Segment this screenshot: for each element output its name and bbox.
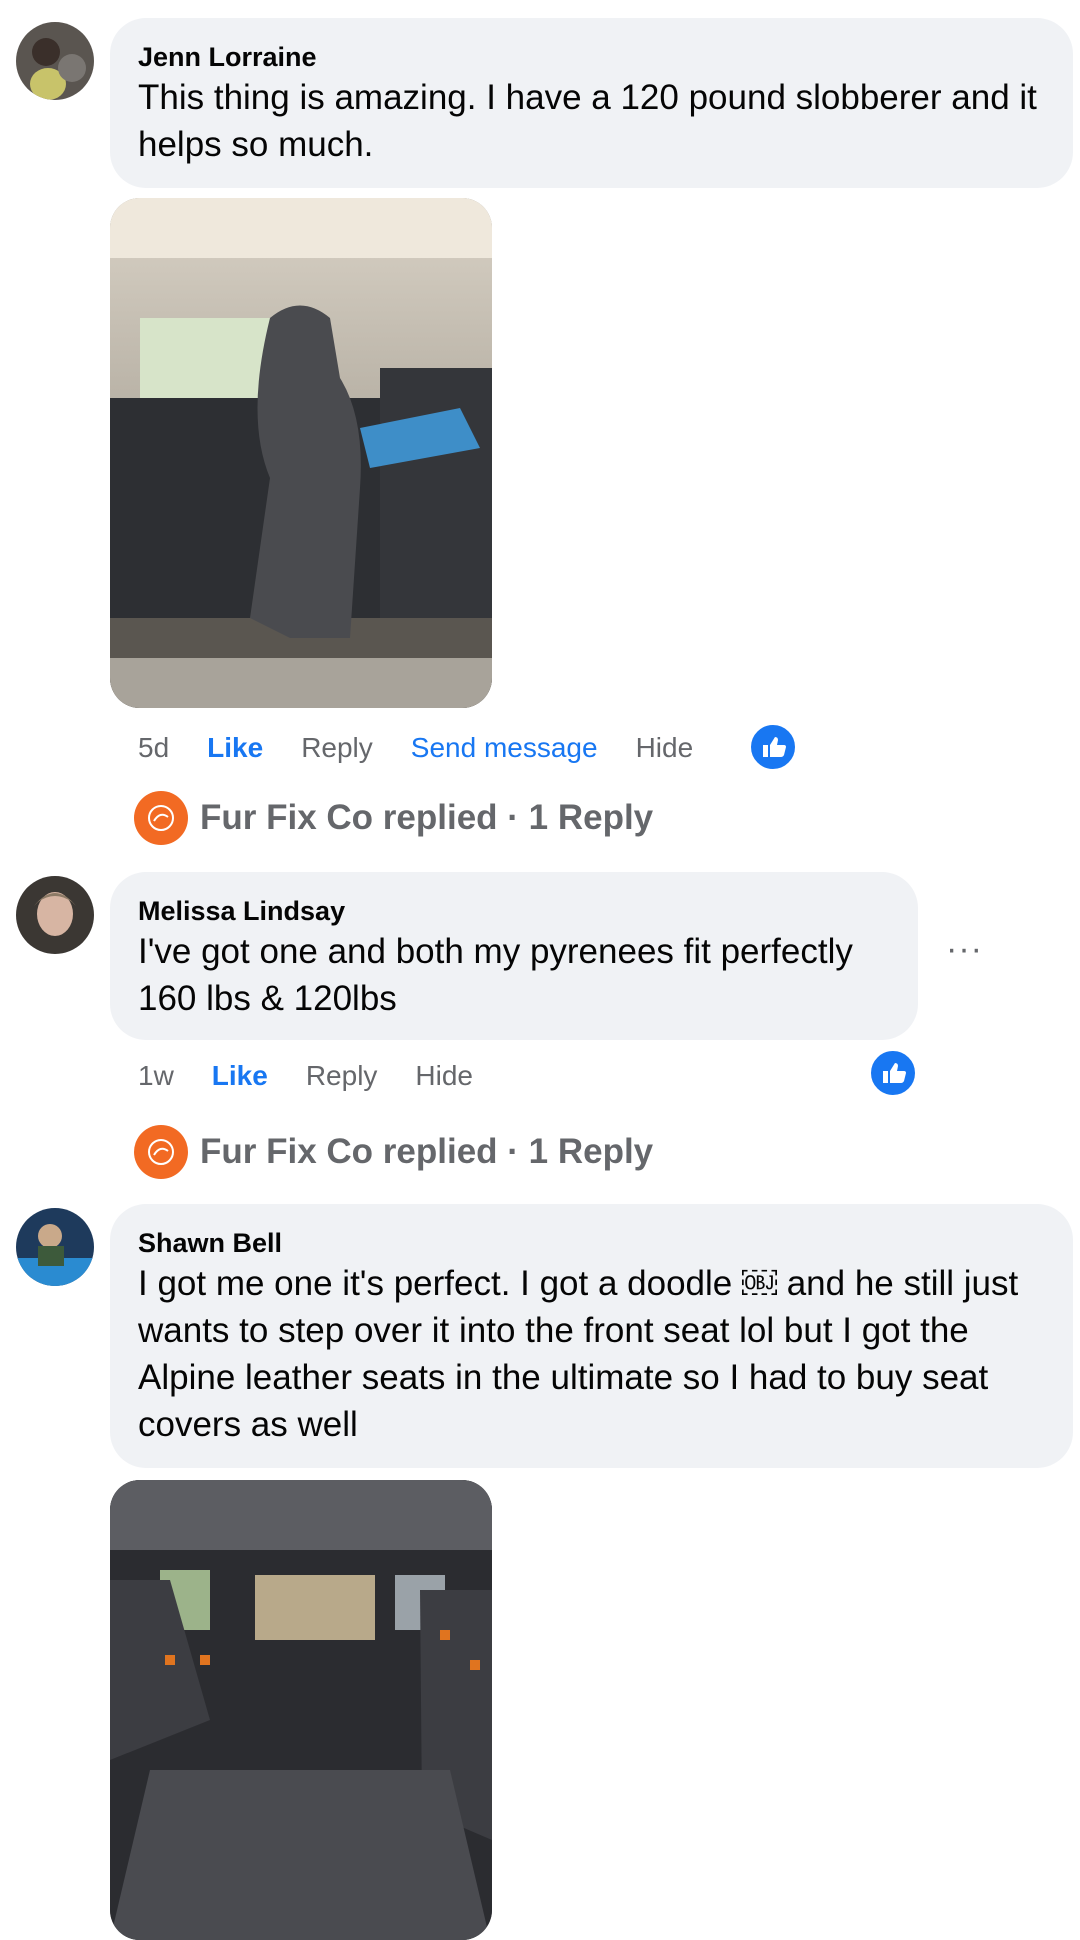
fur-fix-co-logo-icon (134, 1125, 188, 1179)
comment-bubble: Jenn Lorraine This thing is amazing. I h… (110, 18, 1073, 188)
comment-timestamp[interactable]: 5d (138, 732, 169, 764)
comment-actions: 1w Like Reply Hide (138, 1056, 511, 1096)
comment-timestamp[interactable]: 1w (138, 1060, 174, 1092)
comment-text: I got me one it's perfect. I got a doodl… (138, 1264, 1019, 1444)
comment-text: I've got one and both my pyrenees fit pe… (138, 932, 853, 1018)
avatar-shawn-bell[interactable] (16, 1208, 94, 1286)
more-options-icon[interactable]: ··· (946, 930, 983, 969)
reply-button[interactable]: Reply (306, 1060, 378, 1092)
thumbs-up-icon[interactable] (748, 722, 798, 772)
reply-summary[interactable]: Fur Fix Co replied · 1 Reply (200, 798, 653, 838)
replies-toggle[interactable]: Fur Fix Co replied · 1 Reply (134, 790, 653, 846)
comment-photo-car-seat-cover[interactable] (110, 1480, 492, 1940)
thumbs-up-icon[interactable] (868, 1048, 918, 1098)
send-message-button[interactable]: Send message (411, 732, 598, 764)
comment-photo-dog-in-car[interactable] (110, 198, 492, 708)
comment-author[interactable]: Shawn Bell (138, 1226, 1043, 1260)
comment-actions: 5d Like Reply Send message Hide (138, 728, 731, 768)
hide-button[interactable]: Hide (415, 1060, 473, 1092)
hide-button[interactable]: Hide (636, 732, 694, 764)
replies-toggle[interactable]: Fur Fix Co replied · 1 Reply (134, 1124, 653, 1180)
reply-summary[interactable]: Fur Fix Co replied · 1 Reply (200, 1132, 653, 1172)
avatar-jenn-lorraine[interactable] (16, 22, 94, 100)
reply-button[interactable]: Reply (301, 732, 373, 764)
like-button[interactable]: Like (212, 1060, 268, 1092)
comment-text: This thing is amazing. I have a 120 poun… (138, 78, 1037, 164)
fur-fix-co-logo-icon (134, 791, 188, 845)
comment-bubble: Shawn Bell I got me one it's perfect. I … (110, 1204, 1073, 1468)
avatar-melissa-lindsay[interactable] (16, 876, 94, 954)
comment-bubble: Melissa Lindsay I've got one and both my… (110, 872, 918, 1040)
like-button[interactable]: Like (207, 732, 263, 764)
comment-author[interactable]: Melissa Lindsay (138, 894, 888, 928)
comment-author[interactable]: Jenn Lorraine (138, 40, 1043, 74)
